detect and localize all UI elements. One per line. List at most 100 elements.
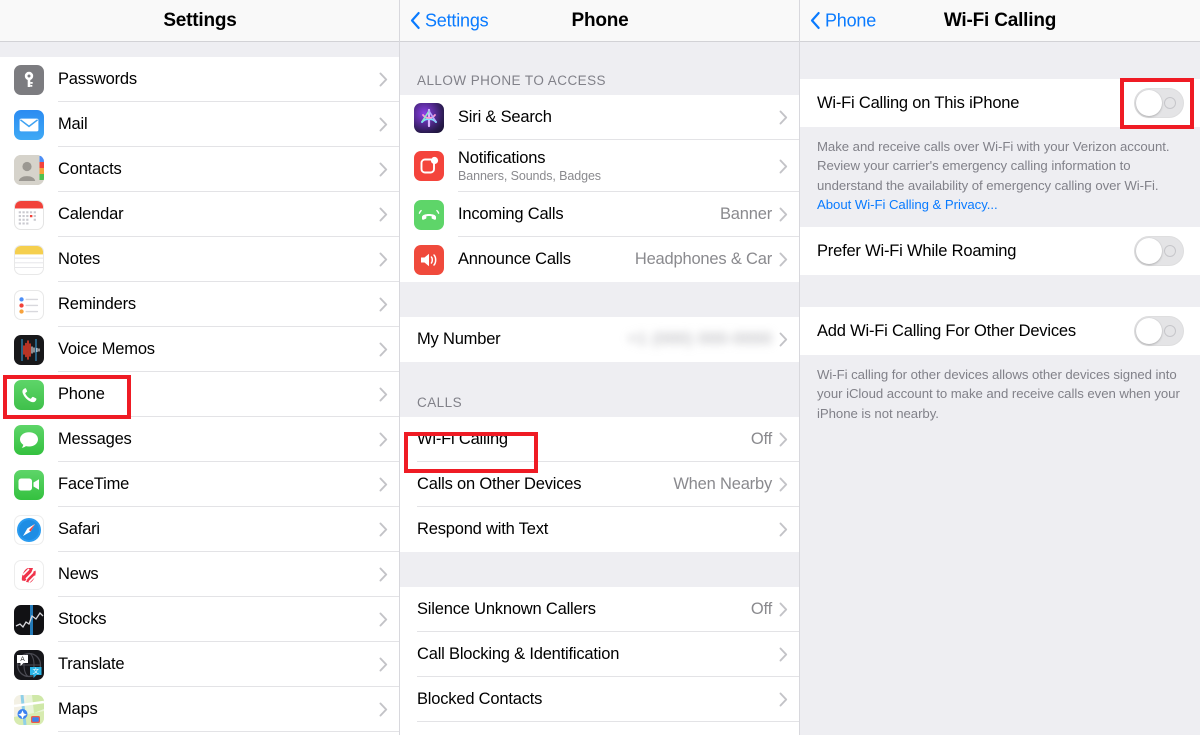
chevron-right-icon (379, 702, 388, 717)
toggle-knob (1136, 318, 1162, 345)
sidebar-item-messages[interactable]: Messages (0, 417, 400, 462)
back-button-phone[interactable]: Phone (810, 10, 876, 31)
wifi-calling-this-iphone-row[interactable]: Wi-Fi Calling on This iPhone (800, 79, 1200, 127)
row-divider (417, 721, 800, 722)
sidebar-item-notes[interactable]: Notes (0, 237, 400, 282)
sidebar-item-stocks[interactable]: Stocks (0, 597, 400, 642)
phone-row-respond-with-text[interactable]: Respond with Text (400, 507, 800, 552)
phone-row-label: Call Blocking & Identification (417, 645, 620, 663)
page-title: Phone (571, 9, 629, 31)
translate-icon: A文 (14, 649, 44, 680)
chevron-right-icon (779, 522, 788, 537)
incoming-calls-icon (414, 199, 444, 230)
sidebar-item-label: Calendar (58, 205, 124, 223)
toggle-knob (1136, 238, 1162, 265)
phone-row-label: Incoming Calls (458, 205, 564, 223)
chevron-right-icon (379, 117, 388, 132)
mail-icon (14, 109, 44, 140)
voice-memos-icon (14, 334, 44, 365)
back-button-settings[interactable]: Settings (410, 10, 489, 31)
chevron-right-icon (779, 332, 788, 347)
add-wifi-calling-other-devices-toggle[interactable] (1134, 316, 1184, 347)
chevron-right-icon (379, 207, 388, 222)
svg-text:A: A (20, 656, 25, 663)
section-header-allow-access: ALLOW PHONE TO ACCESS (400, 57, 800, 95)
phone-row-label: Siri & Search (458, 108, 552, 126)
chevron-right-icon (779, 647, 788, 662)
sidebar-item-phone[interactable]: Phone (0, 372, 400, 417)
add-wifi-calling-other-devices-label: Add Wi-Fi Calling For Other Devices (817, 321, 1076, 340)
sidebar-item-label: Safari (58, 520, 100, 538)
maps-icon (14, 694, 44, 725)
sidebar-item-label: FaceTime (58, 475, 130, 493)
contacts-icon (14, 154, 44, 185)
phone-row-call-blocking-identification[interactable]: Call Blocking & Identification (400, 632, 800, 677)
phone-row-label: Calls on Other Devices (417, 475, 582, 493)
sidebar-item-safari[interactable]: Safari (0, 507, 400, 552)
settings-navbar: Settings (0, 0, 400, 42)
phone-row-label: Silence Unknown Callers (417, 600, 596, 618)
chevron-right-icon (379, 477, 388, 492)
sidebar-item-reminders[interactable]: Reminders (0, 282, 400, 327)
sidebar-item-label: Voice Memos (58, 340, 155, 358)
prefer-wifi-roaming-toggle[interactable] (1134, 236, 1184, 267)
chevron-right-icon (779, 432, 788, 447)
chevron-right-icon (379, 522, 388, 537)
chevron-right-icon (379, 432, 388, 447)
panel-divider-1 (399, 0, 400, 735)
phone-row-notifications[interactable]: Notifications Banners, Sounds, Badges (400, 140, 800, 192)
sidebar-item-translate[interactable]: A文 Translate (0, 642, 400, 687)
chevron-right-icon (779, 207, 788, 222)
add-wifi-calling-other-devices-row[interactable]: Add Wi-Fi Calling For Other Devices (800, 307, 1200, 356)
sidebar-item-contacts[interactable]: Contacts (0, 147, 400, 192)
sidebar-item-label: Reminders (58, 295, 136, 313)
chevron-right-icon (779, 159, 788, 173)
safari-icon (14, 514, 44, 545)
empty-area (800, 435, 1200, 735)
chevron-left-icon (410, 12, 420, 29)
prefer-wifi-roaming-row[interactable]: Prefer Wi-Fi While Roaming (800, 227, 1200, 276)
wifi-calling-panel: Phone Wi-Fi Calling Wi-Fi Calling on Thi… (800, 0, 1200, 735)
wifi-calling-description-text: Make and receive calls over Wi-Fi with y… (817, 139, 1170, 193)
toggle-off-indicator (1164, 245, 1176, 258)
section-gap-1 (400, 282, 800, 317)
sidebar-item-calendar[interactable]: Calendar (0, 192, 400, 237)
sidebar-item-passwords[interactable]: Passwords (0, 57, 400, 102)
phone-row-calls-other-devices[interactable]: Calls on Other Devices When Nearby (400, 462, 800, 507)
phone-row-value: Headphones & Car (634, 250, 772, 268)
phone-row-label: Respond with Text (417, 520, 549, 538)
sidebar-item-label: Contacts (58, 160, 122, 178)
about-wifi-calling-privacy-link[interactable]: About Wi-Fi Calling & Privacy... (817, 197, 998, 212)
three-panel-ios-settings-screenshot: Settings Passwords Mail Contacts Calenda… (0, 0, 1200, 735)
phone-row-incoming-calls[interactable]: Incoming Calls Banner (400, 192, 800, 237)
sidebar-item-facetime[interactable]: FaceTime (0, 462, 400, 507)
phone-settings-panel: Settings Phone ALLOW PHONE TO ACCESS Sir… (400, 0, 800, 735)
reminders-icon (14, 289, 44, 320)
phone-row-announce-calls[interactable]: Announce Calls Headphones & Car (400, 237, 800, 282)
chevron-right-icon (379, 72, 388, 87)
section-header-calls: CALLS (400, 379, 800, 417)
sidebar-item-maps[interactable]: Maps (0, 687, 400, 732)
phone-row-blocked-contacts[interactable]: Blocked Contacts (400, 677, 800, 722)
notes-icon (14, 244, 44, 275)
sidebar-item-voice-memos[interactable]: Voice Memos (0, 327, 400, 372)
chevron-right-icon (379, 297, 388, 312)
phone-row-label: Wi-Fi Calling (417, 430, 508, 448)
wifi-calling-this-iphone-toggle[interactable] (1134, 88, 1184, 118)
chevron-right-icon (779, 602, 788, 617)
passwords-icon (14, 64, 44, 95)
chevron-right-icon (379, 342, 388, 357)
chevron-left-icon (810, 12, 820, 29)
phone-row-value: Off (750, 600, 772, 618)
svg-text:文: 文 (32, 666, 39, 675)
news-icon (14, 559, 44, 590)
sidebar-item-news[interactable]: News (0, 552, 400, 597)
phone-row-wifi-calling[interactable]: Wi-Fi Calling Off (400, 417, 800, 462)
phone-row-siri-search[interactable]: Siri & Search (400, 95, 800, 140)
sidebar-item-mail[interactable]: Mail (0, 102, 400, 147)
phone-row-my-number[interactable]: My Number +1 (000) 000-0000 (400, 317, 800, 362)
phone-row-silence-unknown-callers[interactable]: Silence Unknown Callers Off (400, 587, 800, 632)
sidebar-item-label: Translate (58, 655, 125, 673)
chevron-right-icon (779, 110, 788, 125)
chevron-right-icon (779, 477, 788, 492)
